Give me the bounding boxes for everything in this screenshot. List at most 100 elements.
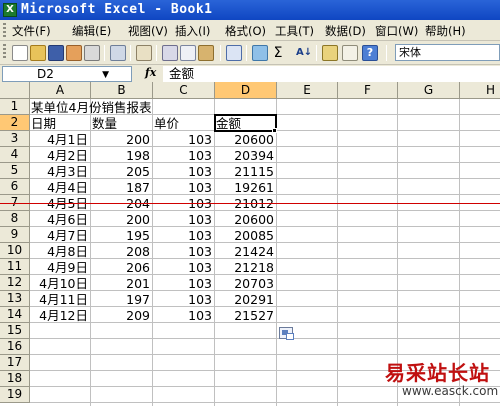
cell-quantity[interactable]: 187 <box>91 180 152 195</box>
column-header-g[interactable]: G <box>398 82 460 99</box>
cell-quantity[interactable]: 195 <box>91 228 152 243</box>
cell-date[interactable]: 4月9日 <box>30 260 90 275</box>
cell-unit-price[interactable]: 103 <box>153 260 214 275</box>
spelling-icon[interactable] <box>136 45 152 61</box>
cell-date[interactable]: 4月4日 <box>30 180 90 195</box>
cell-amount[interactable]: 21115 <box>215 164 276 179</box>
cell-amount[interactable]: 20394 <box>215 148 276 163</box>
menu-data[interactable]: 数据(D) <box>325 23 366 39</box>
cell-unit-price[interactable]: 103 <box>153 164 214 179</box>
fx-icon[interactable]: fx <box>145 66 156 79</box>
undo-icon[interactable] <box>226 45 242 61</box>
cell-date[interactable]: 4月6日 <box>30 212 90 227</box>
cell-date[interactable]: 4月11日 <box>30 292 90 307</box>
open-icon[interactable] <box>30 45 46 61</box>
row-header-10[interactable]: 10 <box>0 243 30 259</box>
column-header-d[interactable]: D <box>215 82 277 99</box>
chart-wizard-icon[interactable] <box>322 45 338 61</box>
cell-unit-price[interactable]: 103 <box>153 292 214 307</box>
menu-grip[interactable] <box>3 23 6 38</box>
report-title-cell[interactable]: 某单位4月份销售报表 <box>31 100 151 115</box>
sort-ascending-icon[interactable]: A↓ <box>296 45 312 61</box>
row-header-5[interactable]: 5 <box>0 163 30 179</box>
hyperlink-icon[interactable] <box>252 45 268 61</box>
column-header-c[interactable]: C <box>153 82 215 99</box>
cell-amount[interactable]: 20291 <box>215 292 276 307</box>
header-date-cell[interactable]: 日期 <box>31 116 56 131</box>
cell-amount[interactable]: 20600 <box>215 212 276 227</box>
cell-amount[interactable]: 20703 <box>215 276 276 291</box>
permission-icon[interactable] <box>66 45 82 61</box>
cell-quantity[interactable]: 208 <box>91 244 152 259</box>
header-price-cell[interactable]: 单价 <box>154 116 179 131</box>
font-name-select[interactable]: 宋体 <box>395 44 500 61</box>
row-header-16[interactable]: 16 <box>0 339 30 355</box>
cell-unit-price[interactable]: 103 <box>153 308 214 323</box>
cell-quantity[interactable]: 197 <box>91 292 152 307</box>
cell-quantity[interactable]: 200 <box>91 212 152 227</box>
column-header-b[interactable]: B <box>91 82 153 99</box>
cell-unit-price[interactable]: 103 <box>153 276 214 291</box>
menu-tools[interactable]: 工具(T) <box>275 23 314 39</box>
cell-date[interactable]: 4月12日 <box>30 308 90 323</box>
row-header-14[interactable]: 14 <box>0 307 30 323</box>
row-header-3[interactable]: 3 <box>0 131 30 147</box>
cell-amount[interactable]: 21527 <box>215 308 276 323</box>
cell-date[interactable]: 4月8日 <box>30 244 90 259</box>
row-header-9[interactable]: 9 <box>0 227 30 243</box>
cell-date[interactable]: 4月1日 <box>30 132 90 147</box>
cell-amount[interactable]: 20600 <box>215 132 276 147</box>
cell-amount[interactable]: 19261 <box>215 180 276 195</box>
active-cell-selection[interactable] <box>214 114 277 132</box>
cell-date[interactable]: 4月3日 <box>30 164 90 179</box>
cell-quantity[interactable]: 198 <box>91 148 152 163</box>
cell-date[interactable]: 4月2日 <box>30 148 90 163</box>
copy-icon[interactable] <box>180 45 196 61</box>
chevron-down-icon[interactable]: ▼ <box>102 68 109 82</box>
row-header-11[interactable]: 11 <box>0 259 30 275</box>
menu-file[interactable]: 文件(F) <box>12 23 51 39</box>
row-header-13[interactable]: 13 <box>0 291 30 307</box>
cell-amount[interactable]: 21424 <box>215 244 276 259</box>
row-header-8[interactable]: 8 <box>0 211 30 227</box>
row-header-15[interactable]: 15 <box>0 323 30 339</box>
autosum-icon[interactable]: Σ <box>270 45 286 61</box>
column-header-f[interactable]: F <box>338 82 398 99</box>
print-icon[interactable] <box>84 45 100 61</box>
column-header-h[interactable]: H <box>460 82 500 99</box>
cell-quantity[interactable]: 205 <box>91 164 152 179</box>
cell-amount[interactable]: 21218 <box>215 260 276 275</box>
toolbar-grip[interactable] <box>3 44 6 59</box>
menu-edit[interactable]: 编辑(E) <box>72 23 111 39</box>
new-icon[interactable] <box>12 45 28 61</box>
row-header-6[interactable]: 6 <box>0 179 30 195</box>
column-header-e[interactable]: E <box>277 82 338 99</box>
cell-date[interactable]: 4月10日 <box>30 276 90 291</box>
header-quantity-cell[interactable]: 数量 <box>92 116 117 131</box>
menu-help[interactable]: 帮助(H) <box>425 23 466 39</box>
paste-icon[interactable] <box>198 45 214 61</box>
menu-format[interactable]: 格式(O) <box>225 23 266 39</box>
help-icon[interactable]: ? <box>362 45 378 61</box>
cell-unit-price[interactable]: 103 <box>153 212 214 227</box>
cell-unit-price[interactable]: 103 <box>153 132 214 147</box>
row-header-2[interactable]: 2 <box>0 115 30 131</box>
row-header-1[interactable]: 1 <box>0 99 30 115</box>
cell-unit-price[interactable]: 103 <box>153 244 214 259</box>
cell-quantity[interactable]: 201 <box>91 276 152 291</box>
row-header-12[interactable]: 12 <box>0 275 30 291</box>
menu-view[interactable]: 视图(V) <box>128 23 168 39</box>
print-preview-icon[interactable] <box>110 45 126 61</box>
paste-options-icon[interactable] <box>279 327 294 340</box>
row-header-17[interactable]: 17 <box>0 355 30 371</box>
cell-unit-price[interactable]: 103 <box>153 180 214 195</box>
drawing-icon[interactable] <box>342 45 358 61</box>
row-header-18[interactable]: 18 <box>0 371 30 387</box>
cell-quantity[interactable]: 206 <box>91 260 152 275</box>
menu-window[interactable]: 窗口(W) <box>375 23 418 39</box>
fill-handle[interactable] <box>272 128 277 133</box>
cell-amount[interactable]: 20085 <box>215 228 276 243</box>
name-box[interactable]: D2 ▼ <box>2 66 132 82</box>
cell-unit-price[interactable]: 103 <box>153 148 214 163</box>
column-header-a[interactable]: A <box>30 82 91 99</box>
